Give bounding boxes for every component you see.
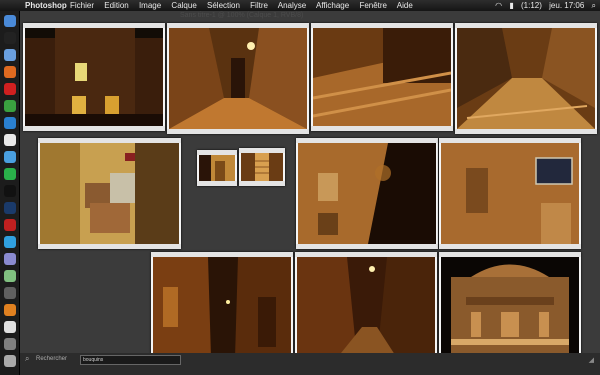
street-sign-photo (441, 143, 579, 244)
trash-icon[interactable] (4, 355, 16, 367)
cobblestone-street-photo (313, 28, 451, 126)
system-prefs-icon[interactable] (4, 338, 16, 350)
photo-frame-6[interactable] (197, 150, 237, 186)
safari-icon[interactable] (4, 117, 16, 129)
photoshop-icon[interactable] (4, 202, 16, 214)
pdf-icon[interactable] (4, 219, 16, 231)
photo-frame-2[interactable] (167, 23, 309, 134)
menu-items: Fichier Edition Image Calque Sélection F… (70, 0, 421, 11)
calendar-icon[interactable] (4, 134, 16, 146)
dashboard-icon[interactable] (4, 32, 16, 44)
search-label: Rechercher (36, 356, 68, 362)
spotlight-icon[interactable]: ⌕ (592, 1, 596, 10)
street-lamp-photo (169, 28, 307, 129)
ornate-building-photo (441, 257, 579, 358)
time-machine-icon[interactable] (4, 287, 16, 299)
night-building-photo (25, 28, 163, 126)
bottom-toolbar: ⌕ Rechercher ◢ (20, 353, 600, 375)
status-area: ◠ ▮ (1:12) jeu. 17:06 ⌕ (490, 0, 596, 11)
resize-icon[interactable]: ◢ (589, 356, 594, 364)
menu-aide[interactable]: Aide (397, 1, 413, 10)
app-menu[interactable]: Photoshop (25, 0, 67, 11)
search-input[interactable] (80, 355, 181, 365)
clock[interactable]: jeu. 17:06 (549, 1, 584, 10)
mail-icon[interactable] (4, 49, 16, 61)
opera-icon[interactable] (4, 83, 16, 95)
textedit-icon[interactable] (4, 321, 16, 333)
photo-frame-8[interactable] (296, 138, 438, 249)
finder-icon[interactable] (4, 15, 16, 27)
menu-filtre[interactable]: Filtre (250, 1, 268, 10)
dock (0, 11, 20, 375)
chrome-icon[interactable] (4, 100, 16, 112)
stacked-boxes-photo (40, 143, 179, 244)
terminal-icon[interactable] (4, 185, 16, 197)
facade-window-photo (298, 143, 436, 244)
menu-calque[interactable]: Calque (171, 1, 196, 10)
menu-selection[interactable]: Sélection (207, 1, 240, 10)
vlc-icon[interactable] (4, 304, 16, 316)
flag-icon[interactable]: ▮ (509, 1, 513, 10)
menu-affichage[interactable]: Affichage (316, 1, 349, 10)
photo-frame-12[interactable] (439, 252, 581, 363)
wifi-icon[interactable]: ◠ (495, 1, 502, 10)
photo-frame-5[interactable] (38, 138, 181, 249)
battery-status[interactable]: (1:12) (521, 1, 542, 10)
photo-frame-1[interactable] (23, 23, 165, 131)
lamp-alley-photo (297, 257, 435, 358)
small-stairs-photo (241, 153, 283, 181)
firefox-icon[interactable] (4, 66, 16, 78)
pedestrian-street-photo (457, 28, 595, 129)
itunes-icon[interactable] (4, 151, 16, 163)
photo-frame-3[interactable] (311, 23, 453, 131)
activity-icon[interactable] (4, 270, 16, 282)
search-icon[interactable]: ⌕ (25, 354, 29, 364)
menu-edition[interactable]: Edition (104, 1, 128, 10)
photo-frame-9[interactable] (439, 138, 581, 249)
photo-frame-4[interactable] (455, 23, 597, 134)
skype-icon[interactable] (4, 236, 16, 248)
photo-frame-7[interactable] (239, 148, 285, 186)
photo-frame-11[interactable] (295, 252, 437, 363)
menu-fenetre[interactable]: Fenêtre (359, 1, 387, 10)
window-title: Sans titre-1 @ 100% (Calque 1, RVB/8) (180, 12, 304, 19)
spotify-icon[interactable] (4, 168, 16, 180)
menu-fichier[interactable]: Fichier (70, 1, 94, 10)
menu-bar: Photoshop Fichier Edition Image Calque S… (0, 0, 600, 11)
photo-frame-10[interactable] (151, 252, 293, 363)
preview-icon[interactable] (4, 253, 16, 265)
small-doorway-photo (199, 155, 235, 181)
menu-image[interactable]: Image (139, 1, 161, 10)
menu-analyse[interactable]: Analyse (278, 1, 306, 10)
narrow-alley-photo (153, 257, 291, 358)
